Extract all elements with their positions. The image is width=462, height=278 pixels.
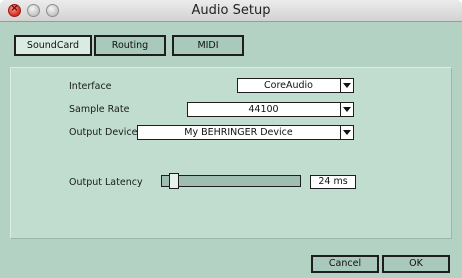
tab-routing[interactable]: Routing: [94, 35, 166, 56]
output-device-label: Output Device: [69, 127, 138, 138]
tab-midi[interactable]: MIDI: [172, 35, 244, 56]
output-device-select[interactable]: My BEHRINGER Device: [137, 125, 354, 140]
interface-label: Interface: [69, 81, 112, 92]
output-latency-label: Output Latency: [69, 177, 143, 188]
sample-rate-label: Sample Rate: [69, 104, 130, 115]
latency-value-field[interactable]: 24 ms: [310, 175, 356, 189]
latency-slider-thumb[interactable]: [169, 173, 180, 189]
dropdown-arrow-icon[interactable]: [340, 103, 353, 116]
interface-select[interactable]: CoreAudio: [237, 78, 354, 93]
cancel-button[interactable]: Cancel: [311, 255, 379, 273]
window-title: Audio Setup: [191, 3, 271, 18]
output-device-value: My BEHRINGER Device: [184, 127, 293, 138]
title-bar[interactable]: × Audio Setup: [0, 0, 462, 22]
dropdown-arrow-icon[interactable]: [340, 126, 353, 139]
sample-rate-value: 44100: [248, 104, 279, 115]
tab-soundcard[interactable]: SoundCard: [14, 35, 92, 56]
sample-rate-select[interactable]: 44100: [187, 102, 354, 117]
audio-setup-window: × Audio Setup SoundCard Routing MIDI Int…: [0, 0, 462, 278]
dropdown-arrow-icon[interactable]: [340, 79, 353, 92]
ok-button[interactable]: OK: [382, 255, 450, 273]
latency-slider-track[interactable]: [161, 175, 301, 187]
interface-value: CoreAudio: [264, 80, 313, 91]
soundcard-panel: [10, 67, 452, 239]
